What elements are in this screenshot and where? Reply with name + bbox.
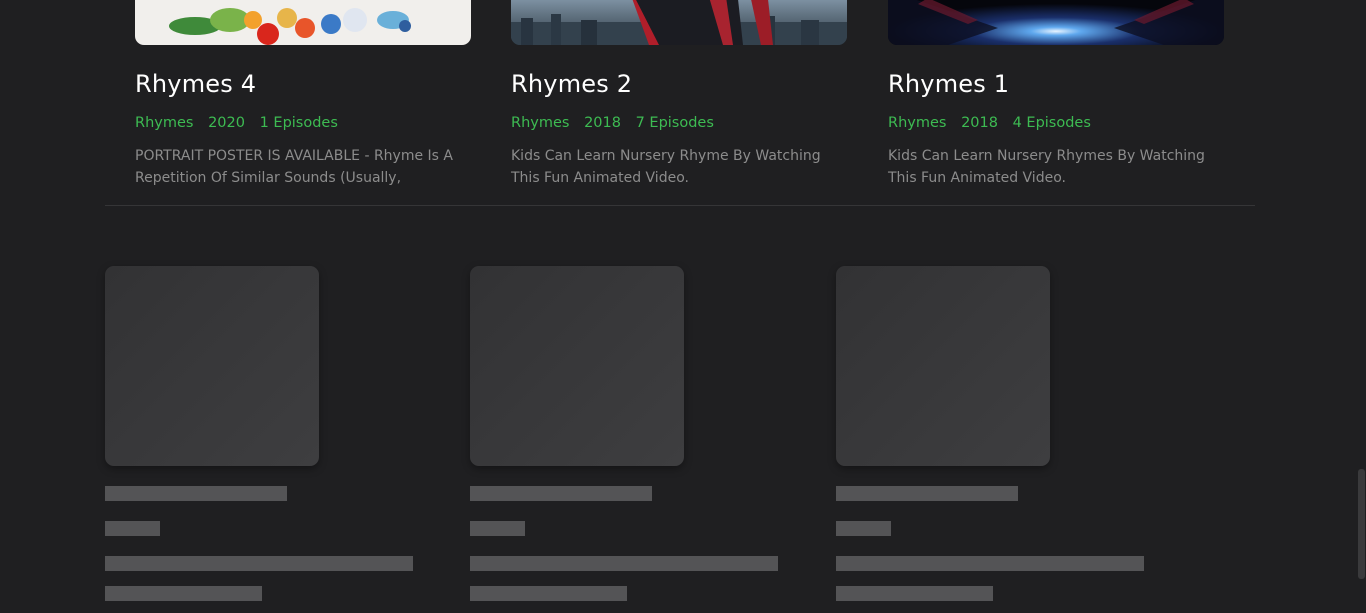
show-description: Kids Can Learn Nursery Rhyme By Watching… bbox=[511, 148, 821, 186]
placeholder-description-bar bbox=[470, 556, 778, 571]
show-thumbnail[interactable] bbox=[888, 0, 1224, 45]
placeholder-description-bar bbox=[836, 556, 1144, 571]
placeholder-title-bar bbox=[836, 486, 1018, 501]
placeholder-description-bar bbox=[470, 586, 627, 601]
placeholder-thumbnail bbox=[836, 266, 1050, 466]
show-meta: Rhymes 2020 1 Episodes bbox=[135, 115, 348, 131]
show-title[interactable]: Rhymes 2 bbox=[511, 70, 632, 98]
scrollbar-thumb[interactable] bbox=[1358, 469, 1365, 579]
show-genre: Rhymes bbox=[511, 115, 570, 131]
placeholder-title-bar bbox=[105, 486, 287, 501]
placeholder-description-bar bbox=[105, 586, 262, 601]
placeholder-description-bar bbox=[105, 556, 413, 571]
show-episodes: 1 Episodes bbox=[259, 115, 338, 131]
show-meta: Rhymes 2018 7 Episodes bbox=[511, 115, 724, 131]
page-scrollbar[interactable] bbox=[1357, 0, 1366, 613]
placeholder-meta-bar bbox=[470, 521, 525, 536]
placeholder-thumbnail bbox=[105, 266, 319, 466]
show-year: 2018 bbox=[584, 115, 621, 131]
show-genre: Rhymes bbox=[135, 115, 194, 131]
section-divider bbox=[105, 205, 1255, 206]
placeholder-description-bar bbox=[836, 586, 993, 601]
placeholder-meta-bar bbox=[836, 521, 891, 536]
placeholder-title-bar bbox=[470, 486, 652, 501]
show-meta: Rhymes 2018 4 Episodes bbox=[888, 115, 1101, 131]
show-card-row: Rhymes 4 Rhymes 2020 1 Episodes PORTRAIT… bbox=[0, 0, 1366, 206]
show-episodes: 4 Episodes bbox=[1012, 115, 1091, 131]
show-description: PORTRAIT POSTER IS AVAILABLE - Rhyme Is … bbox=[135, 148, 453, 186]
show-episodes: 7 Episodes bbox=[635, 115, 714, 131]
placeholder-thumbnail bbox=[470, 266, 684, 466]
show-year: 2020 bbox=[208, 115, 245, 131]
show-title[interactable]: Rhymes 1 bbox=[888, 70, 1009, 98]
show-description: Kids Can Learn Nursery Rhymes By Watchin… bbox=[888, 148, 1205, 186]
show-thumbnail[interactable] bbox=[135, 0, 471, 45]
show-year: 2018 bbox=[961, 115, 998, 131]
show-genre: Rhymes bbox=[888, 115, 947, 131]
placeholder-meta-bar bbox=[105, 521, 160, 536]
show-title[interactable]: Rhymes 4 bbox=[135, 70, 256, 98]
show-thumbnail[interactable] bbox=[511, 0, 847, 45]
